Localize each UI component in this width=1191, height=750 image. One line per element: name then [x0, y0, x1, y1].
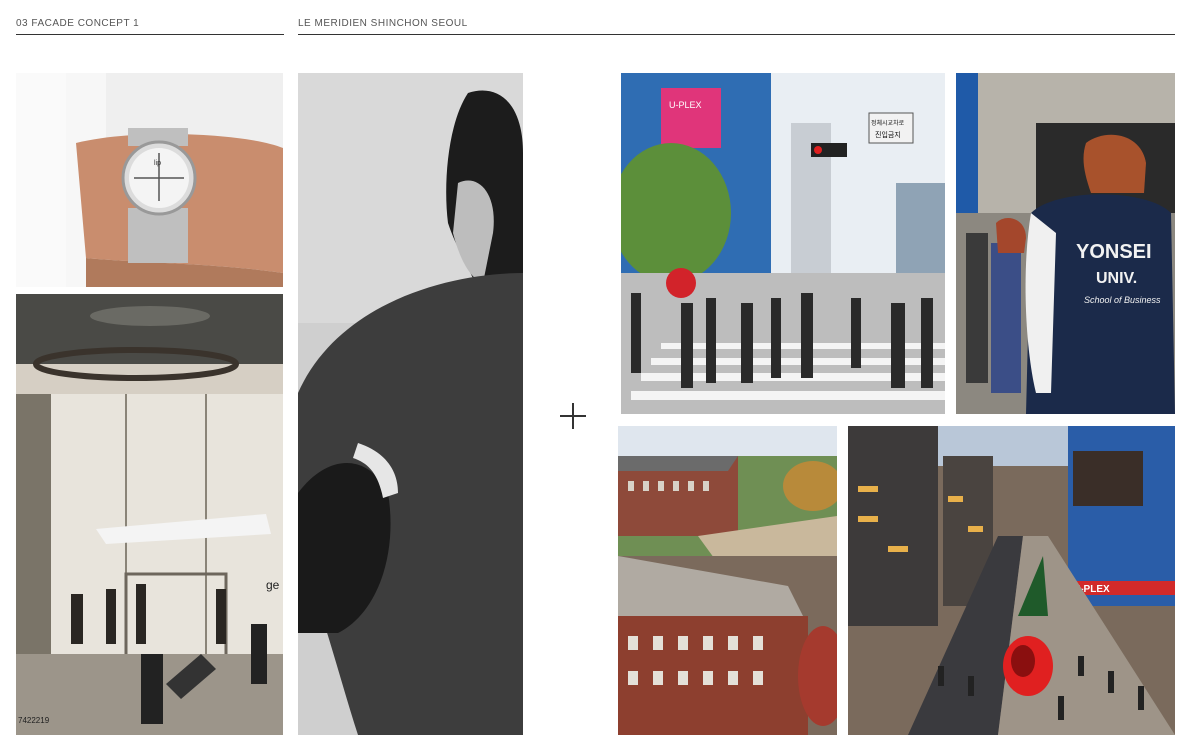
jacket-text-line3: School of Business — [1084, 295, 1161, 305]
plus-icon — [560, 403, 586, 429]
crossing-billboard: U-PLEX — [669, 100, 702, 110]
project-title: LE MERIDIEN SHINCHON SEOUL — [298, 18, 468, 29]
header-rule-left — [16, 34, 284, 35]
traffic-sign-line1: 정체시교차로 — [871, 119, 905, 127]
crosswalk-street-photo: U-PLEX 정체시교차로 진입금지 — [621, 73, 945, 414]
airport-sign-fragment: ge — [266, 578, 280, 592]
fashion-portrait-photo — [298, 73, 523, 735]
watch-brand: lip — [154, 160, 161, 167]
yonsei-jacket-photo: YONSEI UNIV. School of Business — [956, 73, 1175, 414]
section-label: 03 FACADE CONCEPT 1 — [16, 18, 140, 29]
airport-terminal-photo: ge — [16, 294, 283, 735]
traffic-sign-line2: 진입금지 — [875, 130, 901, 139]
header-rule-right — [298, 34, 1175, 35]
photo-id-caption: 7422219 — [18, 716, 50, 725]
jacket-text-line2: UNIV. — [1096, 270, 1137, 287]
campus-aerial-photo — [618, 426, 837, 735]
jacket-text-line1: YONSEI — [1076, 241, 1152, 263]
shinchon-street-photo: U-PLEX — [848, 426, 1175, 735]
watch-photo: lip — [16, 73, 283, 287]
